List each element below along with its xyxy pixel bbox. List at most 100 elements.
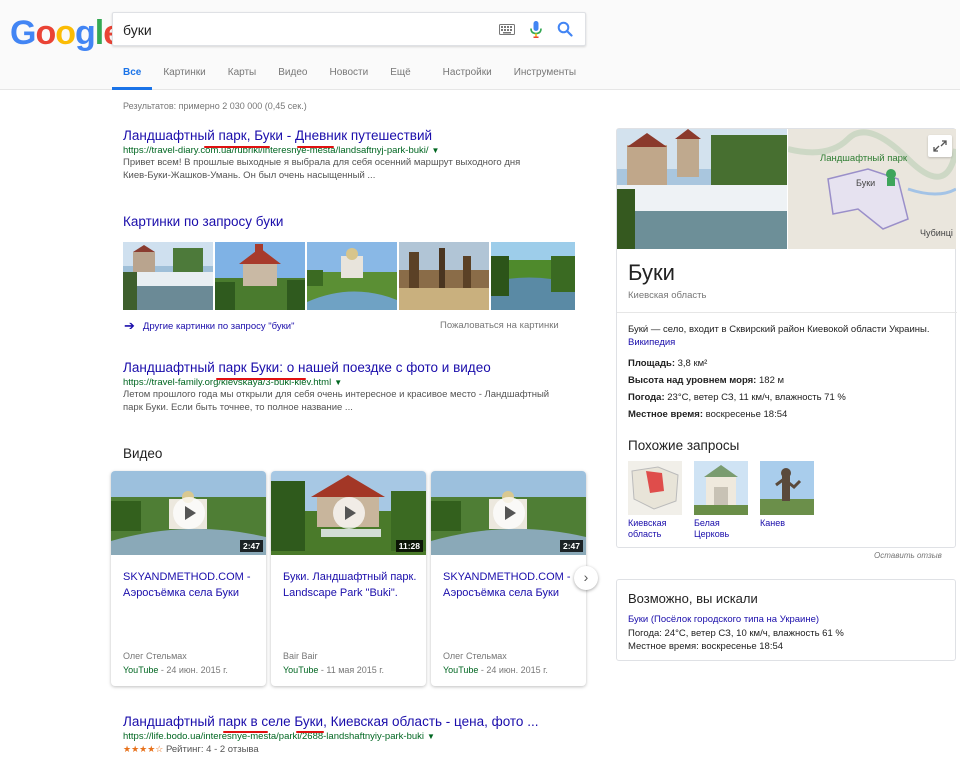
result-title[interactable]: Ландшафтный парк в селе Буки, Киевская о… (123, 714, 583, 729)
expand-arrows (933, 140, 947, 152)
microphone-icon[interactable] (530, 21, 542, 38)
feedback-link[interactable]: Оставить отзыв (874, 551, 942, 560)
result-url-text[interactable]: https://travel-diary.com.ua/rubriki/inte… (123, 145, 429, 156)
carousel-next-button[interactable]: › (574, 566, 598, 590)
video-date: - 24 июн. 2015 г. (158, 665, 228, 675)
fact-weather: Погода: 23°C, ветер СЗ, 11 км/ч, влажнос… (628, 392, 846, 403)
did-you-mean-link[interactable]: Буки (Посёлок городского типа на Украине… (628, 614, 819, 625)
play-icon[interactable] (493, 497, 525, 529)
video-source-name: YouTube (123, 665, 159, 675)
video-card[interactable]: 11:28 Буки. Ландшафтный парк. Landscape … (271, 471, 426, 686)
video-thumbnail[interactable]: 11:28 (271, 471, 426, 555)
annotation-underline (204, 146, 270, 148)
knowledge-panel: Ландшафтный парк Буки Чубинці Буки Киевс… (616, 128, 957, 548)
map-label: Буки (856, 178, 876, 188)
play-icon[interactable] (173, 497, 205, 529)
search-result-2: Ландшафтный парк Буки: о нашей поездке с… (123, 360, 583, 414)
search-tabs: Все Картинки Карты Видео Новости Ещё Нас… (112, 63, 587, 90)
video-date: - 24 июн. 2015 г. (478, 665, 548, 675)
tab-video[interactable]: Видео (267, 63, 318, 90)
tab-images[interactable]: Картинки (152, 63, 216, 90)
result-snippet: Летом прошлого года мы открыли для себя … (123, 389, 583, 414)
annotation-underline (216, 378, 306, 380)
image-thumbnail[interactable] (399, 242, 489, 310)
video-title[interactable]: SKYANDMETHOD.COM - Аэросъёмка села Буки (443, 569, 581, 601)
caret-down-icon[interactable]: ▼ (427, 732, 435, 741)
video-title[interactable]: SKYANDMETHOD.COM - Аэросъёмка села Буки (123, 569, 261, 601)
video-author: Олег Стельмах (443, 651, 507, 661)
report-images-link[interactable]: Пожаловаться на картинки (440, 320, 559, 331)
image-thumbnail[interactable] (307, 242, 397, 310)
result-stats: Результатов: примерно 2 030 000 (0,45 се… (123, 101, 307, 111)
caret-down-icon[interactable]: ▼ (334, 378, 342, 387)
result-url: https://travel-family.org/kievskaya/3-bu… (123, 377, 583, 388)
video-author: Bair Bair (283, 651, 318, 661)
related-item[interactable]: Канев (760, 461, 814, 529)
fact-label[interactable]: Погода: (628, 392, 665, 403)
related-item[interactable]: Киевская область (628, 461, 682, 540)
annotation-underline (296, 731, 324, 733)
search-input[interactable] (123, 20, 483, 40)
video-duration: 2:47 (239, 540, 263, 552)
map-label: Ландшафтный парк (820, 153, 908, 164)
video-thumbnail[interactable]: 2:47 (431, 471, 586, 555)
search-box (112, 12, 586, 46)
result-title[interactable]: Ландшафтный парк, Буки - Дневник путешес… (123, 128, 583, 143)
wikipedia-link[interactable]: Википедия (628, 337, 675, 348)
search-icon[interactable] (557, 21, 573, 37)
search-result-1: Ландшафтный парк, Буки - Дневник путешес… (123, 128, 583, 182)
more-images-link[interactable]: ➔ Другие картинки по запросу "буки" (124, 318, 294, 334)
images-heading[interactable]: Картинки по запросу буки (123, 214, 283, 229)
result-snippet-line: Привет всем! В прошлые выходные я выбрал… (123, 157, 521, 168)
fact-label[interactable]: Площадь: (628, 358, 675, 369)
video-thumbnail[interactable]: 2:47 (111, 471, 266, 555)
related-item[interactable]: Белая Церковь (694, 461, 748, 540)
tab-maps[interactable]: Карты (217, 63, 268, 90)
rating-text: Рейтинг: 4 - 2 отзыва (165, 744, 259, 755)
video-date: - 11 мая 2015 г. (318, 665, 384, 675)
did-you-mean-weather: Погода: 24°C, ветер СЗ, 10 км/ч, влажнос… (628, 628, 844, 639)
tab-news[interactable]: Новости (318, 63, 379, 90)
related-label: Белая Церковь (694, 518, 730, 539)
result-snippet-line: Киев-Буки-Жашков-Умань. Он был очень нас… (123, 169, 376, 181)
image-thumbnail[interactable] (491, 242, 575, 310)
tab-settings[interactable]: Настройки (432, 63, 503, 90)
video-card[interactable]: 2:47 SKYANDMETHOD.COM - Аэросъёмка села … (431, 471, 586, 686)
fact-label[interactable]: Местное время: (628, 409, 703, 420)
knowledge-description: Буки́ — село, входит в Сквирский район К… (628, 323, 948, 349)
google-logo[interactable]: Google (10, 14, 122, 53)
keyboard-icon[interactable] (499, 24, 515, 35)
result-url: https://travel-diary.com.ua/rubriki/inte… (123, 145, 583, 156)
tab-all[interactable]: Все (112, 63, 153, 90)
knowledge-subtitle: Киевская область (628, 290, 707, 301)
videos-heading: Видео (123, 446, 163, 461)
tab-tools[interactable]: Инструменты (503, 63, 587, 90)
caret-down-icon[interactable]: ▼ (432, 146, 440, 155)
image-strip (123, 242, 575, 310)
result-title[interactable]: Ландшафтный парк Буки: о нашей поездке с… (123, 360, 583, 375)
expand-icon[interactable] (928, 135, 952, 157)
description-text: Буки́ — село, входит в Сквирский район К… (628, 324, 930, 335)
video-card[interactable]: 2:47 SKYANDMETHOD.COM - Аэросъёмка села … (111, 471, 266, 686)
image-thumbnail[interactable] (215, 242, 305, 310)
related-image (694, 461, 748, 515)
annotation-underline (223, 731, 268, 733)
video-author: Олег Стельмах (123, 651, 187, 661)
tab-more[interactable]: Ещё (379, 63, 421, 90)
knowledge-photo[interactable] (617, 129, 787, 249)
result-snippet-line: парк Буки. Если быть точнее, то полное н… (123, 401, 353, 413)
fact-label[interactable]: Высота над уровнем моря: (628, 375, 756, 386)
fact-area: Площадь: 3,8 км² (628, 358, 707, 369)
result-url-text[interactable]: https://life.bodo.ua/interesnye-mesta/pa… (123, 731, 424, 742)
result-snippet: Привет всем! В прошлые выходные я выбрал… (123, 157, 583, 182)
fact-value: 182 м (756, 375, 785, 386)
more-images-label: Другие картинки по запросу "буки" (142, 321, 295, 332)
fact-elevation: Высота над уровнем моря: 182 м (628, 375, 784, 386)
result-rating: ★★★★☆ Рейтинг: 4 - 2 отзыва (123, 743, 583, 757)
knowledge-title: Буки (628, 260, 675, 285)
video-title[interactable]: Буки. Ландшафтный парк. Landscape Park "… (283, 569, 421, 601)
image-thumbnail[interactable] (123, 242, 213, 310)
fact-value: воскресенье 18:54 (703, 409, 788, 420)
play-icon[interactable] (333, 497, 365, 529)
video-source: YouTube - 11 мая 2015 г. (283, 665, 384, 675)
